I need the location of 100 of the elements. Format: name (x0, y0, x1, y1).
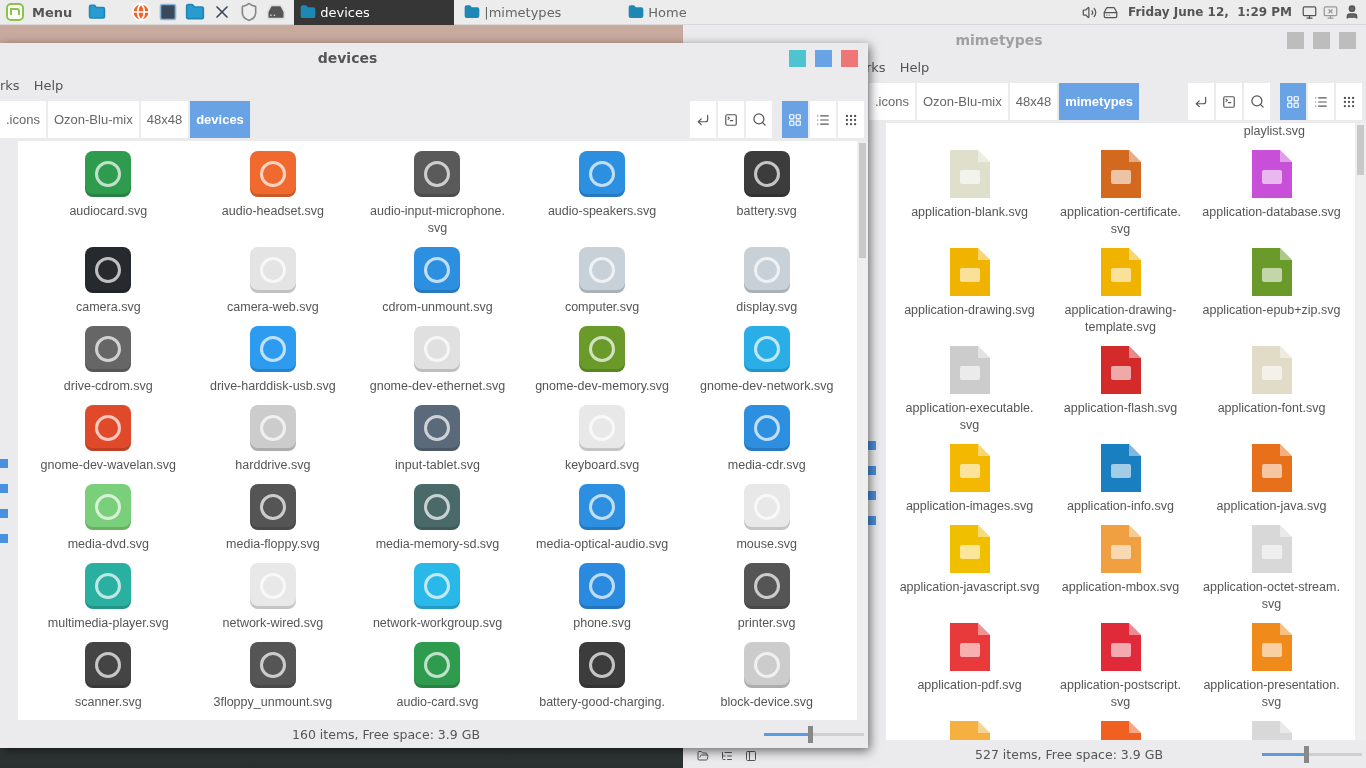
user-icon[interactable] (1344, 4, 1360, 20)
search-button[interactable] (1244, 83, 1270, 120)
sidebar-marker (868, 466, 876, 475)
folder-icon (185, 2, 206, 22)
tile-icon[interactable] (743, 326, 790, 372)
tile-icon[interactable] (414, 247, 461, 293)
scrollbar[interactable] (857, 141, 868, 720)
search-icon (751, 112, 767, 127)
location-toggle-button[interactable] (690, 101, 716, 138)
tile-icon[interactable] (85, 484, 132, 530)
file-label: computer.svg (564, 299, 640, 316)
file-label: audio-speakers.svg (547, 203, 657, 220)
sidebar-marker (0, 534, 8, 543)
list-view-icon (816, 112, 830, 127)
path-button[interactable]: Ozon-Blu-mix (47, 101, 139, 138)
path-button[interactable]: Ozon-Blu-mix (916, 83, 1008, 120)
tile-icon[interactable] (414, 405, 461, 451)
close-button[interactable] (841, 49, 858, 67)
tile-icon[interactable] (85, 563, 132, 609)
grid-view-icon (1286, 94, 1300, 109)
tile-icon[interactable] (249, 326, 296, 372)
file-label: harddrive.svg (235, 457, 311, 474)
tile-icon[interactable] (249, 484, 296, 530)
zoom-slider[interactable] (764, 725, 864, 743)
tile-icon[interactable] (249, 247, 296, 293)
network-icon[interactable] (1323, 4, 1338, 20)
tile-icon[interactable] (579, 326, 626, 372)
scrollbar[interactable] (1355, 123, 1366, 740)
tile-icon[interactable] (414, 151, 461, 197)
tile-icon[interactable] (743, 484, 790, 530)
tile-icon[interactable] (414, 484, 461, 530)
tile-icon[interactable] (743, 405, 790, 451)
file-label: drive-harddisk-usb.svg (210, 378, 336, 395)
list-view-icon (1314, 94, 1328, 109)
tile-icon[interactable] (579, 247, 626, 293)
menu-item[interactable]: rks (0, 77, 20, 93)
terminal-button[interactable] (718, 101, 744, 138)
clock[interactable]: Friday June 12, 1:29 PM (1127, 5, 1292, 19)
tile-icon[interactable] (414, 326, 461, 372)
menu-button[interactable]: Menu (6, 0, 87, 25)
tile-icon[interactable] (743, 151, 790, 197)
return-arrow-icon (1194, 94, 1208, 109)
taskbar-button[interactable]: |mimetypes (458, 0, 619, 25)
menu-item[interactable]: Help (899, 59, 930, 75)
file-label: phone.svg (573, 615, 631, 632)
taskbar-button[interactable]: devices (294, 0, 455, 25)
path-button[interactable]: 48x48 (140, 101, 189, 138)
view-button[interactable] (838, 101, 864, 138)
tile-icon[interactable] (579, 642, 626, 688)
tile-icon[interactable] (743, 642, 790, 688)
compact-view-icon (844, 112, 858, 127)
display-icon[interactable] (1302, 4, 1317, 20)
tree-icon (721, 750, 733, 762)
path-button[interactable]: .icons (0, 101, 46, 138)
window-title: mimetypes (954, 32, 1044, 48)
places-button[interactable] (695, 748, 711, 764)
tile-icon[interactable] (579, 151, 626, 197)
path-button[interactable]: .icons (869, 83, 915, 120)
search-button[interactable] (746, 101, 772, 138)
tile-icon[interactable] (579, 563, 626, 609)
sidebar-toggle-button[interactable] (743, 748, 759, 764)
view-button[interactable] (1336, 83, 1362, 120)
tile-icon[interactable] (85, 247, 132, 293)
menu-item[interactable]: Help (33, 77, 64, 93)
tile-icon[interactable] (85, 151, 132, 197)
file-label: multimedia-player.svg (47, 615, 169, 632)
tile-icon[interactable] (249, 405, 296, 451)
file-label: application-epub+zip.svg (1202, 302, 1341, 319)
file-label: audiocard.svg (69, 203, 148, 220)
tile-icon[interactable] (579, 405, 626, 451)
taskbar-button[interactable]: Home (622, 0, 783, 25)
terminal-button[interactable] (1216, 83, 1242, 120)
volume-icon[interactable] (1081, 4, 1097, 20)
tile-icon[interactable] (414, 563, 461, 609)
tile-icon[interactable] (85, 405, 132, 451)
file-label: gnome-dev-ethernet.svg (369, 378, 506, 395)
tile-icon[interactable] (85, 326, 132, 372)
location-toggle-button[interactable] (1188, 83, 1214, 120)
tile-icon[interactable] (249, 151, 296, 197)
tile-icon[interactable] (85, 642, 132, 688)
sidebar-marker (0, 484, 8, 493)
path-button[interactable]: 48x48 (1009, 83, 1058, 120)
search-icon (1249, 94, 1265, 109)
file-label: application-flash.svg (1063, 400, 1178, 417)
file-label: media-cdr.svg (727, 457, 806, 474)
zoom-slider[interactable] (1262, 745, 1362, 763)
file-label: drive-cdrom.svg (63, 378, 153, 395)
file-label: playlist.svg (1243, 123, 1305, 140)
file-label: application-images.svg (905, 498, 1034, 515)
status-text: 527 items, Free space: 3.9 GB (974, 746, 1164, 762)
tile-icon[interactable] (743, 247, 790, 293)
compact-view-icon (1342, 94, 1356, 109)
file-label: application-info.svg (1067, 498, 1174, 515)
tile-icon[interactable] (414, 642, 461, 688)
terminal-icon (724, 112, 738, 127)
tile-icon[interactable] (579, 484, 626, 530)
tile-icon[interactable] (249, 563, 296, 609)
tile-icon[interactable] (249, 642, 296, 688)
tile-icon[interactable] (743, 563, 790, 609)
file-label: application-drawing-template.svg (1063, 302, 1178, 336)
